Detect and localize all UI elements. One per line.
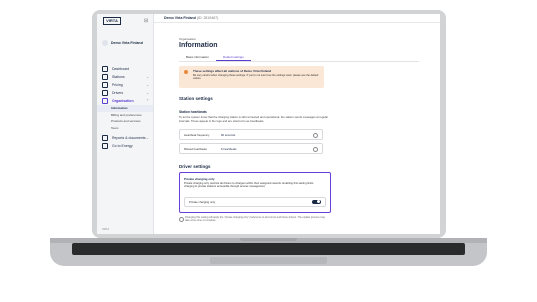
tab-basic-information[interactable]: Basic information	[179, 54, 216, 61]
tab-default-settings[interactable]: Default settings	[216, 54, 251, 61]
missed-heartbeats-field[interactable]: Missed heartbeats 6 heartbeats	[179, 143, 323, 154]
sidebar-item-reports[interactable]: Reports & documents ⌄	[97, 134, 153, 142]
main-content: Organisation Information Basic informati…	[179, 37, 419, 222]
toggle-knob	[317, 200, 321, 204]
warning-banner: These settings affect all stations of De…	[179, 66, 324, 88]
station-settings-heading: Station settings	[179, 96, 213, 101]
laptop-keyboard	[72, 243, 465, 255]
sidebar-item-label: Organisation	[112, 99, 134, 103]
toggle-label: Private charging only	[189, 200, 216, 205]
sidebar-item-label: Drivers	[112, 91, 124, 95]
chevron-up-icon: ⌃	[146, 99, 149, 103]
chevron-down-icon: ⌄	[146, 136, 149, 140]
field-label: Missed heartbeats	[184, 146, 207, 151]
org-name: Demo Virta Finland	[111, 41, 143, 45]
sidebar-item-label: Go to Energy	[112, 144, 133, 148]
sidebar-item-label: Pricing	[112, 83, 123, 87]
topbar-org-name: Demo Virta Finland	[164, 15, 196, 20]
info-icon[interactable]	[313, 132, 318, 138]
chevron-down-icon: ⌄	[146, 91, 149, 95]
laptop-hinge-notch	[240, 238, 297, 241]
breadcrumb: Organisation	[179, 37, 197, 41]
heartbeat-frequency-field[interactable]: Heartbeat frequency 60 seconds	[179, 129, 323, 140]
private-charging-footnote: Changing this setting will apply the "pr…	[179, 216, 325, 222]
field-value: 6 heartbeats	[221, 146, 237, 151]
heartbeats-heading: Station heartbeats	[179, 110, 207, 114]
warning-icon	[184, 70, 188, 74]
organisation-icon	[102, 98, 108, 104]
sidebar-item-dashboard[interactable]: Dashboard	[97, 65, 153, 73]
private-charging-toggle[interactable]	[312, 199, 321, 204]
sidebar-footer: VIRTA	[102, 228, 110, 231]
laptop-trackpad	[210, 257, 327, 264]
sidebar-item-drivers[interactable]: Drivers ⌄	[97, 89, 153, 97]
org-switcher[interactable]: Demo Virta Finland	[102, 39, 149, 47]
energy-icon	[102, 143, 108, 149]
sidebar-nav: Dashboard Stations ⌄ Pricing ⌄ Drivers ⌄…	[97, 65, 153, 150]
sidebar: VIRTA ⊟ Demo Virta Finland Dashboard Sta…	[97, 14, 154, 234]
app-window: VIRTA ⊟ Demo Virta Finland Dashboard Sta…	[97, 14, 440, 234]
chevron-down-icon: ⌄	[146, 75, 149, 79]
drivers-icon	[102, 90, 108, 96]
private-charging-title: Private charging only	[184, 177, 215, 181]
sidebar-item-pricing[interactable]: Pricing ⌄	[97, 81, 153, 89]
reports-icon	[102, 135, 108, 141]
topbar: Demo Virta Finland (ID: 2819467)	[154, 14, 440, 23]
info-icon[interactable]	[313, 146, 318, 152]
sidebar-item-organisation[interactable]: Organisation ⌃	[97, 97, 153, 105]
page-title: Information	[179, 42, 218, 49]
dashboard-icon	[102, 66, 108, 72]
heartbeats-description: To let the system know that the charging…	[179, 115, 329, 123]
private-charging-description: Private charging only restricts all driv…	[184, 181, 314, 188]
pricing-icon	[102, 82, 108, 88]
field-label: Heartbeat frequency	[184, 132, 210, 137]
info-icon	[179, 216, 184, 222]
org-avatar	[102, 40, 108, 46]
field-value: 60 seconds	[221, 132, 236, 137]
sidebar-item-stations[interactable]: Stations ⌄	[97, 73, 153, 81]
private-charging-card: Private charging only Private charging o…	[179, 172, 331, 213]
private-charging-row: Private charging only	[184, 197, 326, 207]
sidebar-item-label: Reports & documents	[112, 136, 146, 140]
sidebar-item-energy[interactable]: Go to Energy	[97, 142, 153, 150]
sidebar-subitem-team[interactable]: Team	[97, 125, 153, 132]
topbar-org-id: (ID: 2819467)	[196, 15, 219, 20]
collapse-sidebar-icon[interactable]: ⊟	[144, 18, 148, 24]
virta-logo: VIRTA	[103, 17, 121, 25]
topbar-title: Demo Virta Finland (ID: 2819467)	[164, 16, 218, 20]
station-icon	[102, 74, 108, 80]
chevron-down-icon: ⌄	[146, 83, 149, 87]
tab-bar: Basic information Default settings	[179, 54, 419, 62]
driver-settings-heading: Driver settings	[179, 164, 211, 169]
footnote-text: Changing this setting will apply the "pr…	[185, 216, 325, 223]
warning-body: Be very careful when changing these sett…	[193, 73, 319, 80]
warning-title: These settings affect all stations of De…	[193, 69, 272, 73]
sidebar-item-label: Stations	[112, 75, 125, 79]
sidebar-item-label: Dashboard	[112, 67, 130, 71]
